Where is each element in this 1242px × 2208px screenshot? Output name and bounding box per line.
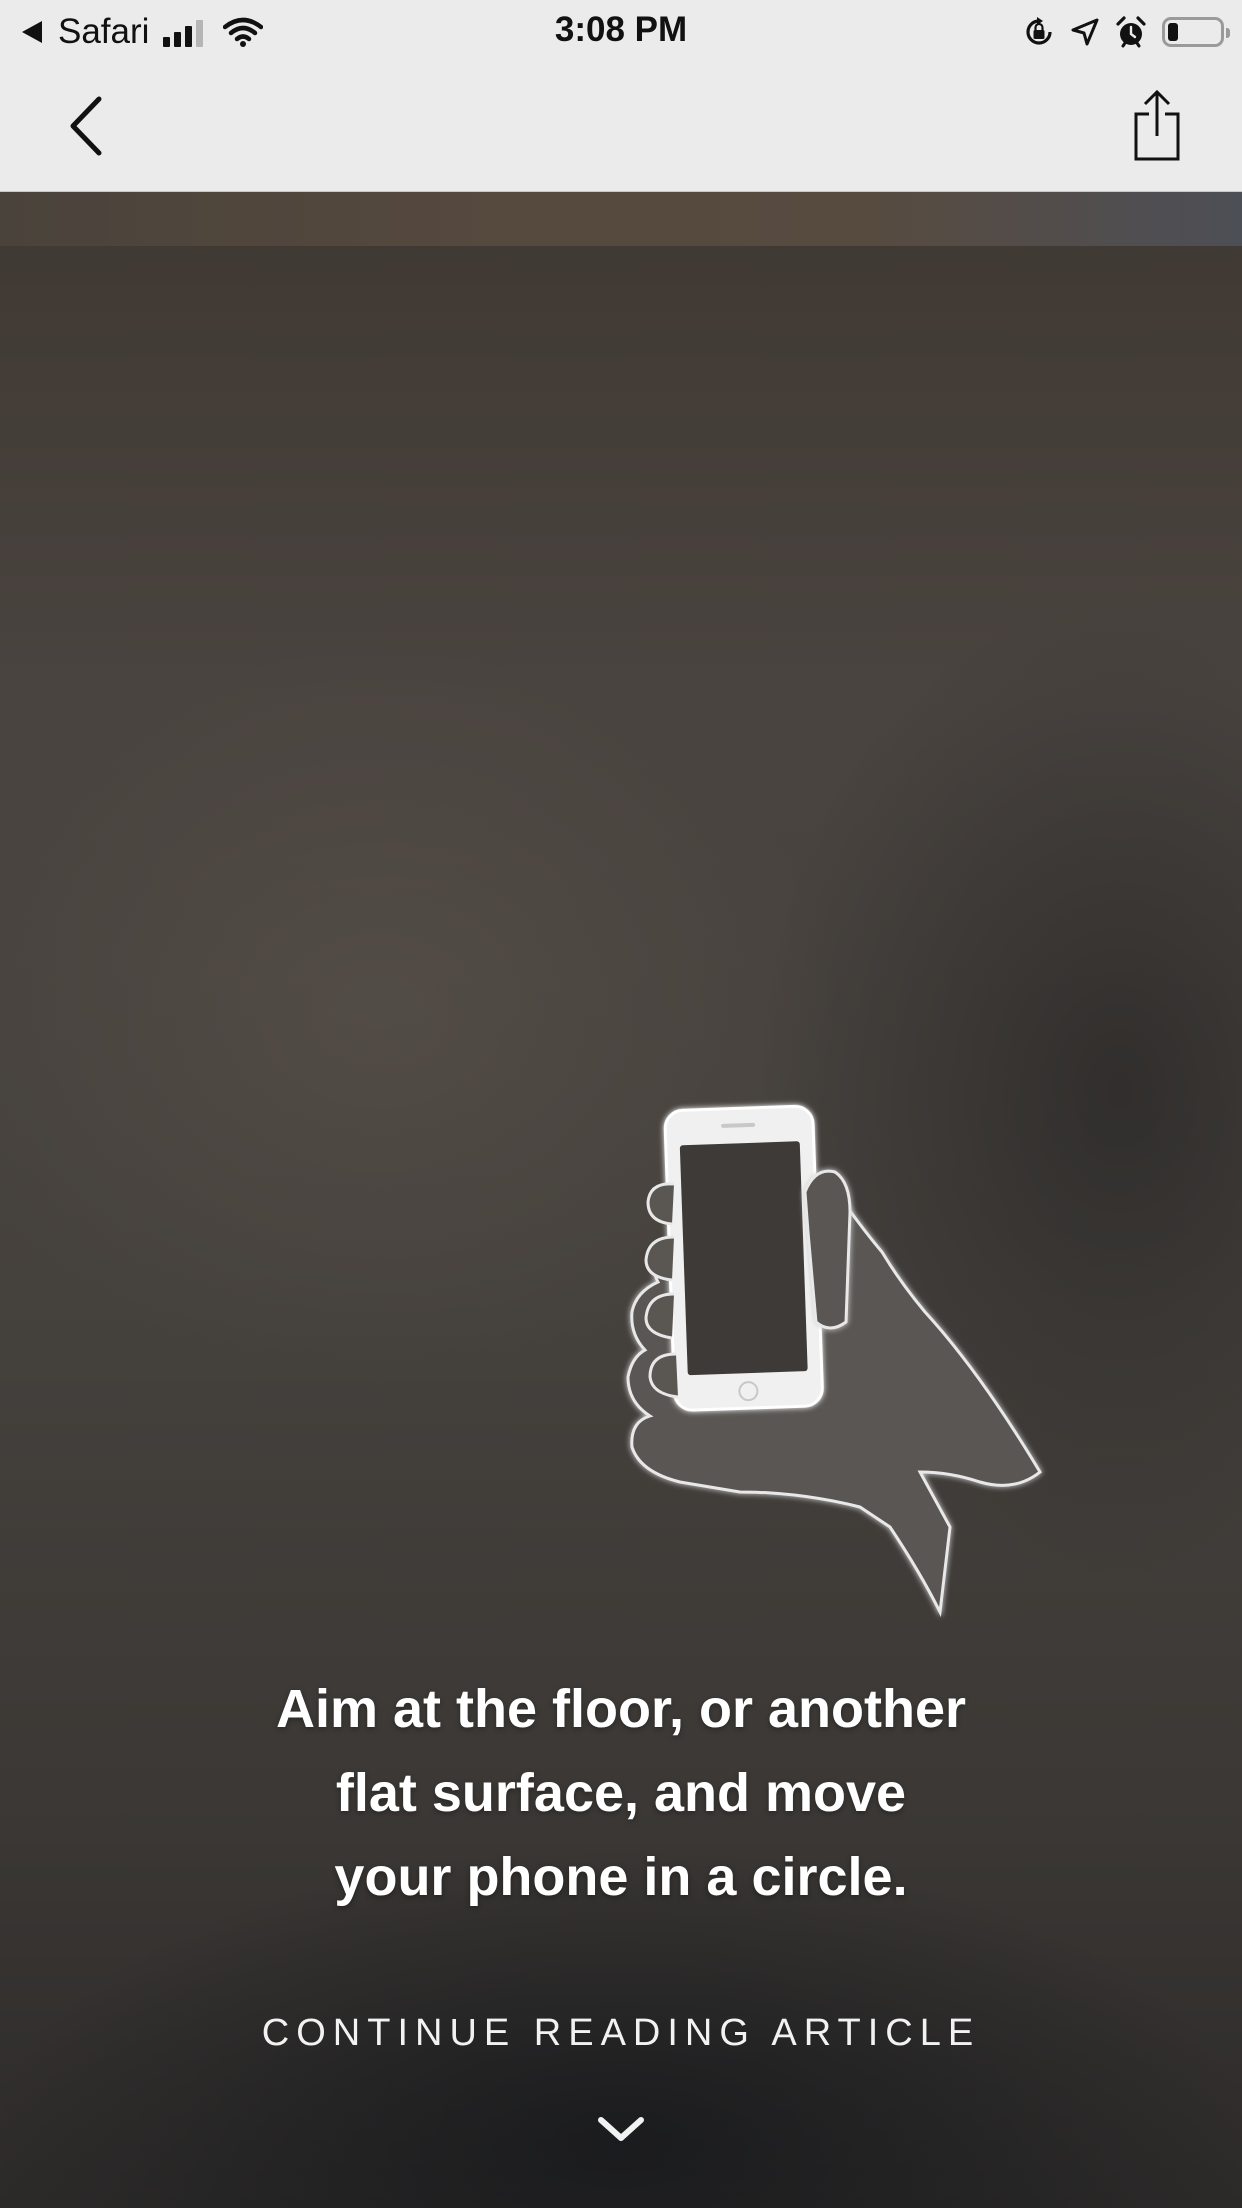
chevron-down-icon[interactable]: [595, 2112, 647, 2146]
location-icon: [1070, 17, 1100, 47]
share-icon: [1134, 90, 1180, 161]
screen: Safari 3:08 PM Aim at the floor, or anot…: [0, 0, 1242, 2208]
battery-fill: [1168, 23, 1178, 41]
status-right: [1008, 12, 1230, 52]
chevron-left-icon: [70, 96, 102, 156]
hand-holding-phone-icon: [626, 1104, 1042, 1618]
rotation-lock-icon: [1022, 15, 1056, 49]
continue-reading-button[interactable]: CONTINUE READING ARTICLE: [0, 2012, 1242, 2055]
instruction-line: Aim at the floor, or another: [275, 1679, 967, 1739]
status-bar: Safari 3:08 PM: [0, 0, 1242, 62]
battery-icon: [1162, 17, 1230, 47]
instruction-text: Aim at the floor, or another flat surfac…: [171, 1667, 1071, 1919]
navigation-bar: [0, 62, 1242, 192]
alarm-icon: [1114, 15, 1148, 49]
share-button[interactable]: [1122, 86, 1192, 166]
instruction-line: your phone in a circle.: [334, 1847, 908, 1907]
ar-instruction-view: Aim at the floor, or another flat surfac…: [0, 192, 1242, 2208]
back-button[interactable]: [50, 90, 120, 162]
camera-preview-strip: [0, 192, 1242, 246]
instruction-line: flat surface, and move: [335, 1763, 907, 1823]
